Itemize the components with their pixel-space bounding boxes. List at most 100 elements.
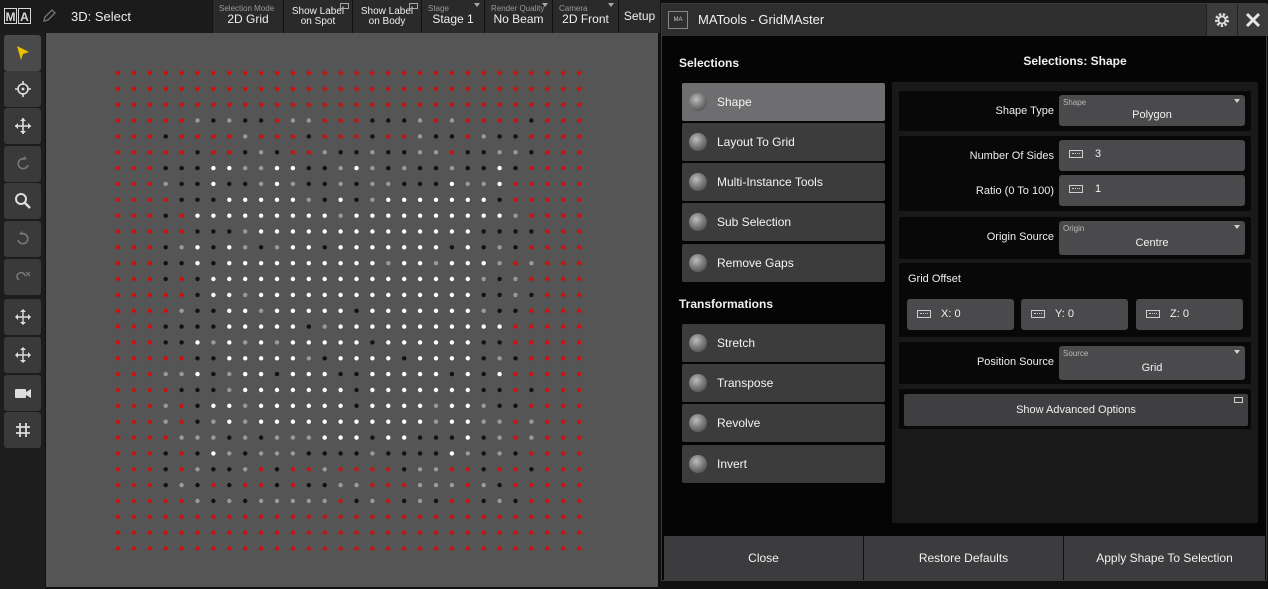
- fixture-dot[interactable]: [513, 197, 518, 202]
- fixture-dot[interactable]: [465, 451, 470, 456]
- fixture-dot[interactable]: [338, 70, 343, 76]
- fixture-dot[interactable]: [243, 498, 248, 504]
- fixture-dot[interactable]: [243, 435, 248, 440]
- fixture-dot[interactable]: [497, 181, 502, 187]
- fixture-dot[interactable]: [576, 165, 582, 171]
- fixture-dot[interactable]: [513, 118, 518, 123]
- fixture-dot[interactable]: [402, 150, 407, 155]
- fixture-dot[interactable]: [576, 482, 582, 488]
- fixture-dot[interactable]: [497, 419, 502, 424]
- fixture-dot[interactable]: [529, 467, 534, 472]
- fixture-dot[interactable]: [195, 356, 200, 361]
- fixture-dot[interactable]: [258, 86, 264, 92]
- fixture-dot[interactable]: [433, 276, 439, 282]
- fixture-dot[interactable]: [497, 134, 502, 139]
- fixture-dot[interactable]: [545, 181, 550, 187]
- fixture-dot[interactable]: [433, 102, 439, 107]
- fixture-dot[interactable]: [322, 403, 327, 408]
- fixture-dot[interactable]: [274, 435, 280, 440]
- fixture-dot[interactable]: [115, 102, 121, 107]
- fixture-dot[interactable]: [417, 324, 423, 329]
- fixture-dot[interactable]: [274, 340, 280, 345]
- fixture-dot[interactable]: [211, 70, 216, 76]
- fixture-dot[interactable]: [354, 482, 359, 488]
- fixture-dot[interactable]: [163, 356, 168, 361]
- fixture-dot[interactable]: [115, 387, 121, 393]
- fixture-dot[interactable]: [258, 102, 264, 107]
- fixture-dot[interactable]: [545, 482, 550, 488]
- fixture-dot[interactable]: [131, 387, 137, 393]
- fixture-dot[interactable]: [195, 514, 200, 519]
- fixture-dot[interactable]: [195, 482, 200, 488]
- fixture-dot[interactable]: [481, 498, 486, 504]
- grid-offset-y-input[interactable]: Y: 0: [1021, 299, 1128, 330]
- fixture-dot[interactable]: [179, 340, 184, 345]
- fixture-dot[interactable]: [402, 276, 407, 282]
- fixture-dot[interactable]: [529, 276, 534, 282]
- fixture-dot[interactable]: [147, 419, 152, 424]
- fixture-dot[interactable]: [513, 467, 518, 472]
- select-tool-button[interactable]: [4, 35, 41, 71]
- fixture-dot[interactable]: [417, 261, 423, 266]
- fixture-dot[interactable]: [163, 403, 168, 408]
- fixture-dot[interactable]: [417, 435, 423, 440]
- focus-tool-button[interactable]: [4, 71, 41, 107]
- zoom-tool-button[interactable]: [4, 183, 41, 219]
- fixture-dot[interactable]: [258, 514, 264, 519]
- fixture-dot[interactable]: [402, 435, 407, 440]
- fixture-dot[interactable]: [481, 150, 486, 155]
- fixture-dot[interactable]: [561, 245, 566, 250]
- fixture-dot[interactable]: [529, 150, 534, 155]
- fixture-dot[interactable]: [386, 229, 391, 234]
- fixture-dot[interactable]: [290, 197, 296, 202]
- fixture-dot[interactable]: [386, 340, 391, 345]
- fixture-dot[interactable]: [417, 514, 423, 519]
- fixture-dot[interactable]: [417, 356, 423, 361]
- fixture-dot[interactable]: [561, 356, 566, 361]
- fixture-dot[interactable]: [449, 467, 455, 472]
- fixture-dot[interactable]: [449, 134, 455, 139]
- fixture-dot[interactable]: [529, 387, 534, 393]
- fixture-dot[interactable]: [211, 467, 216, 472]
- fixture-dot[interactable]: [322, 102, 327, 107]
- fixture-dot[interactable]: [274, 292, 280, 298]
- fixture-dot[interactable]: [449, 403, 455, 408]
- fixture-dot[interactable]: [433, 356, 439, 361]
- fixture-dot[interactable]: [211, 118, 216, 123]
- fixture-dot[interactable]: [163, 530, 168, 535]
- fixture-dot[interactable]: [211, 292, 216, 298]
- fixture-dot[interactable]: [274, 371, 280, 377]
- fixture-dot[interactable]: [243, 403, 248, 408]
- fixture-dot[interactable]: [576, 276, 582, 282]
- fixture-dot[interactable]: [290, 102, 296, 107]
- fixture-dot[interactable]: [211, 546, 216, 551]
- fixture-dot[interactable]: [131, 451, 137, 456]
- fixture-dot[interactable]: [449, 340, 455, 345]
- fixture-dot[interactable]: [195, 467, 200, 472]
- orbit-tool-button[interactable]: [4, 221, 41, 257]
- fixture-dot[interactable]: [497, 324, 502, 329]
- fixture-dot[interactable]: [179, 419, 184, 424]
- fixture-dot[interactable]: [211, 340, 216, 345]
- fixture-dot[interactable]: [258, 181, 264, 187]
- fixture-dot[interactable]: [274, 419, 280, 424]
- fixture-dot[interactable]: [354, 245, 359, 250]
- fixture-dot[interactable]: [227, 530, 232, 535]
- fixture-dot[interactable]: [576, 451, 582, 456]
- fixture-dot[interactable]: [449, 165, 455, 171]
- fixture-dot[interactable]: [163, 546, 168, 551]
- fixture-dot[interactable]: [195, 292, 200, 298]
- fixture-dot[interactable]: [227, 229, 232, 234]
- fixture-dot[interactable]: [195, 86, 200, 92]
- fixture-dot[interactable]: [513, 102, 518, 107]
- fixture-dot[interactable]: [115, 70, 121, 76]
- fixture-dot[interactable]: [354, 197, 359, 202]
- fixture-dot[interactable]: [545, 308, 550, 313]
- fixture-dot[interactable]: [576, 340, 582, 345]
- fixture-dot[interactable]: [147, 165, 152, 171]
- fixture-dot[interactable]: [561, 387, 566, 393]
- fixture-dot[interactable]: [433, 134, 439, 139]
- fixture-dot[interactable]: [179, 514, 184, 519]
- fixture-dot[interactable]: [354, 229, 359, 234]
- fixture-dot[interactable]: [243, 356, 248, 361]
